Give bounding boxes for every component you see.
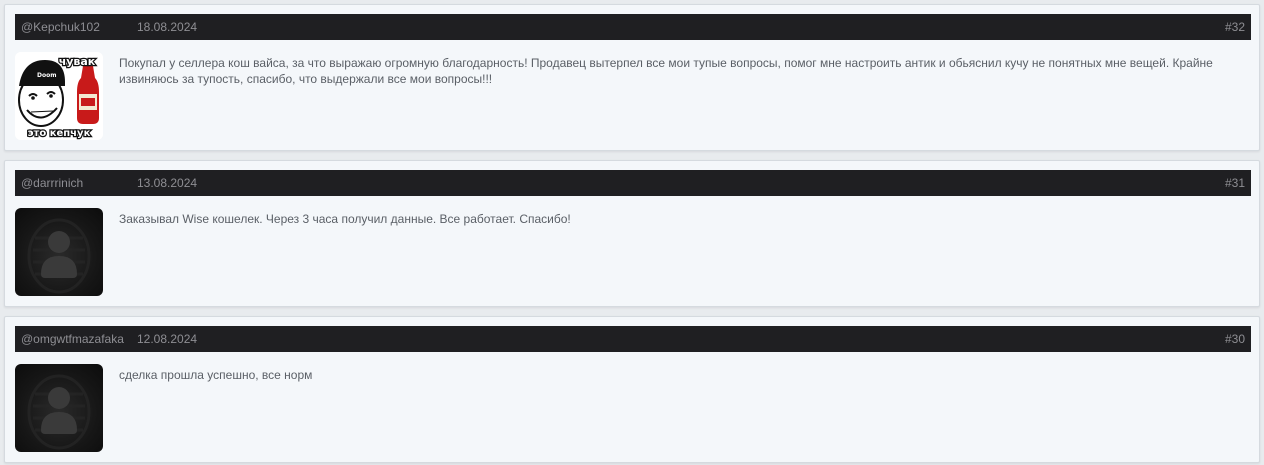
review-text: сделка прошла успешно, все норм [119, 368, 313, 382]
review-number[interactable]: #32 [1225, 14, 1245, 40]
review-date: 13.08.2024 [137, 176, 198, 190]
review-author[interactable]: @darrrinich [21, 170, 83, 196]
avatar-caption-top: чувак [59, 55, 96, 68]
review-date: 18.08.2024 [137, 20, 198, 34]
review-number[interactable]: #31 [1225, 170, 1245, 196]
review-card: @darrrinich 13.08.2024 #31 Заказывал Wis… [4, 160, 1260, 307]
avatar-caption-bottom: это кепчук [28, 128, 91, 139]
review-author[interactable]: @Kepchuk102 [21, 14, 100, 40]
review-number[interactable]: #30 [1225, 326, 1245, 352]
avatar[interactable]: Doom чувак это кепчук [15, 52, 103, 140]
review-card: @omgwtfmazafaka 12.08.2024 #30 сделка пр… [4, 316, 1260, 463]
avatar[interactable] [15, 364, 103, 452]
avatar-hat-text: Doom [37, 72, 56, 79]
review-header: @Kepchuk102 18.08.2024 #32 [15, 14, 1251, 40]
review-header: @omgwtfmazafaka 12.08.2024 #30 [15, 326, 1251, 352]
default-user-avatar-icon [27, 374, 91, 450]
review-header: @darrrinich 13.08.2024 #31 [15, 170, 1251, 196]
review-date: 12.08.2024 [137, 332, 198, 346]
avatar[interactable] [15, 208, 103, 296]
review-text: Покупал у селлера кош вайса, за что выра… [119, 56, 1213, 86]
reviews-feed: @Kepchuk102 18.08.2024 #32 Doom чувак эт… [0, 0, 1264, 465]
review-card: @Kepchuk102 18.08.2024 #32 Doom чувак эт… [4, 4, 1260, 151]
review-author[interactable]: @omgwtfmazafaka [21, 326, 124, 352]
meme-avatar-image: Doom чувак это кепчук [15, 52, 103, 140]
review-text: Заказывал Wise кошелек. Через 3 часа пол… [119, 212, 571, 226]
default-user-avatar-icon [27, 218, 91, 294]
